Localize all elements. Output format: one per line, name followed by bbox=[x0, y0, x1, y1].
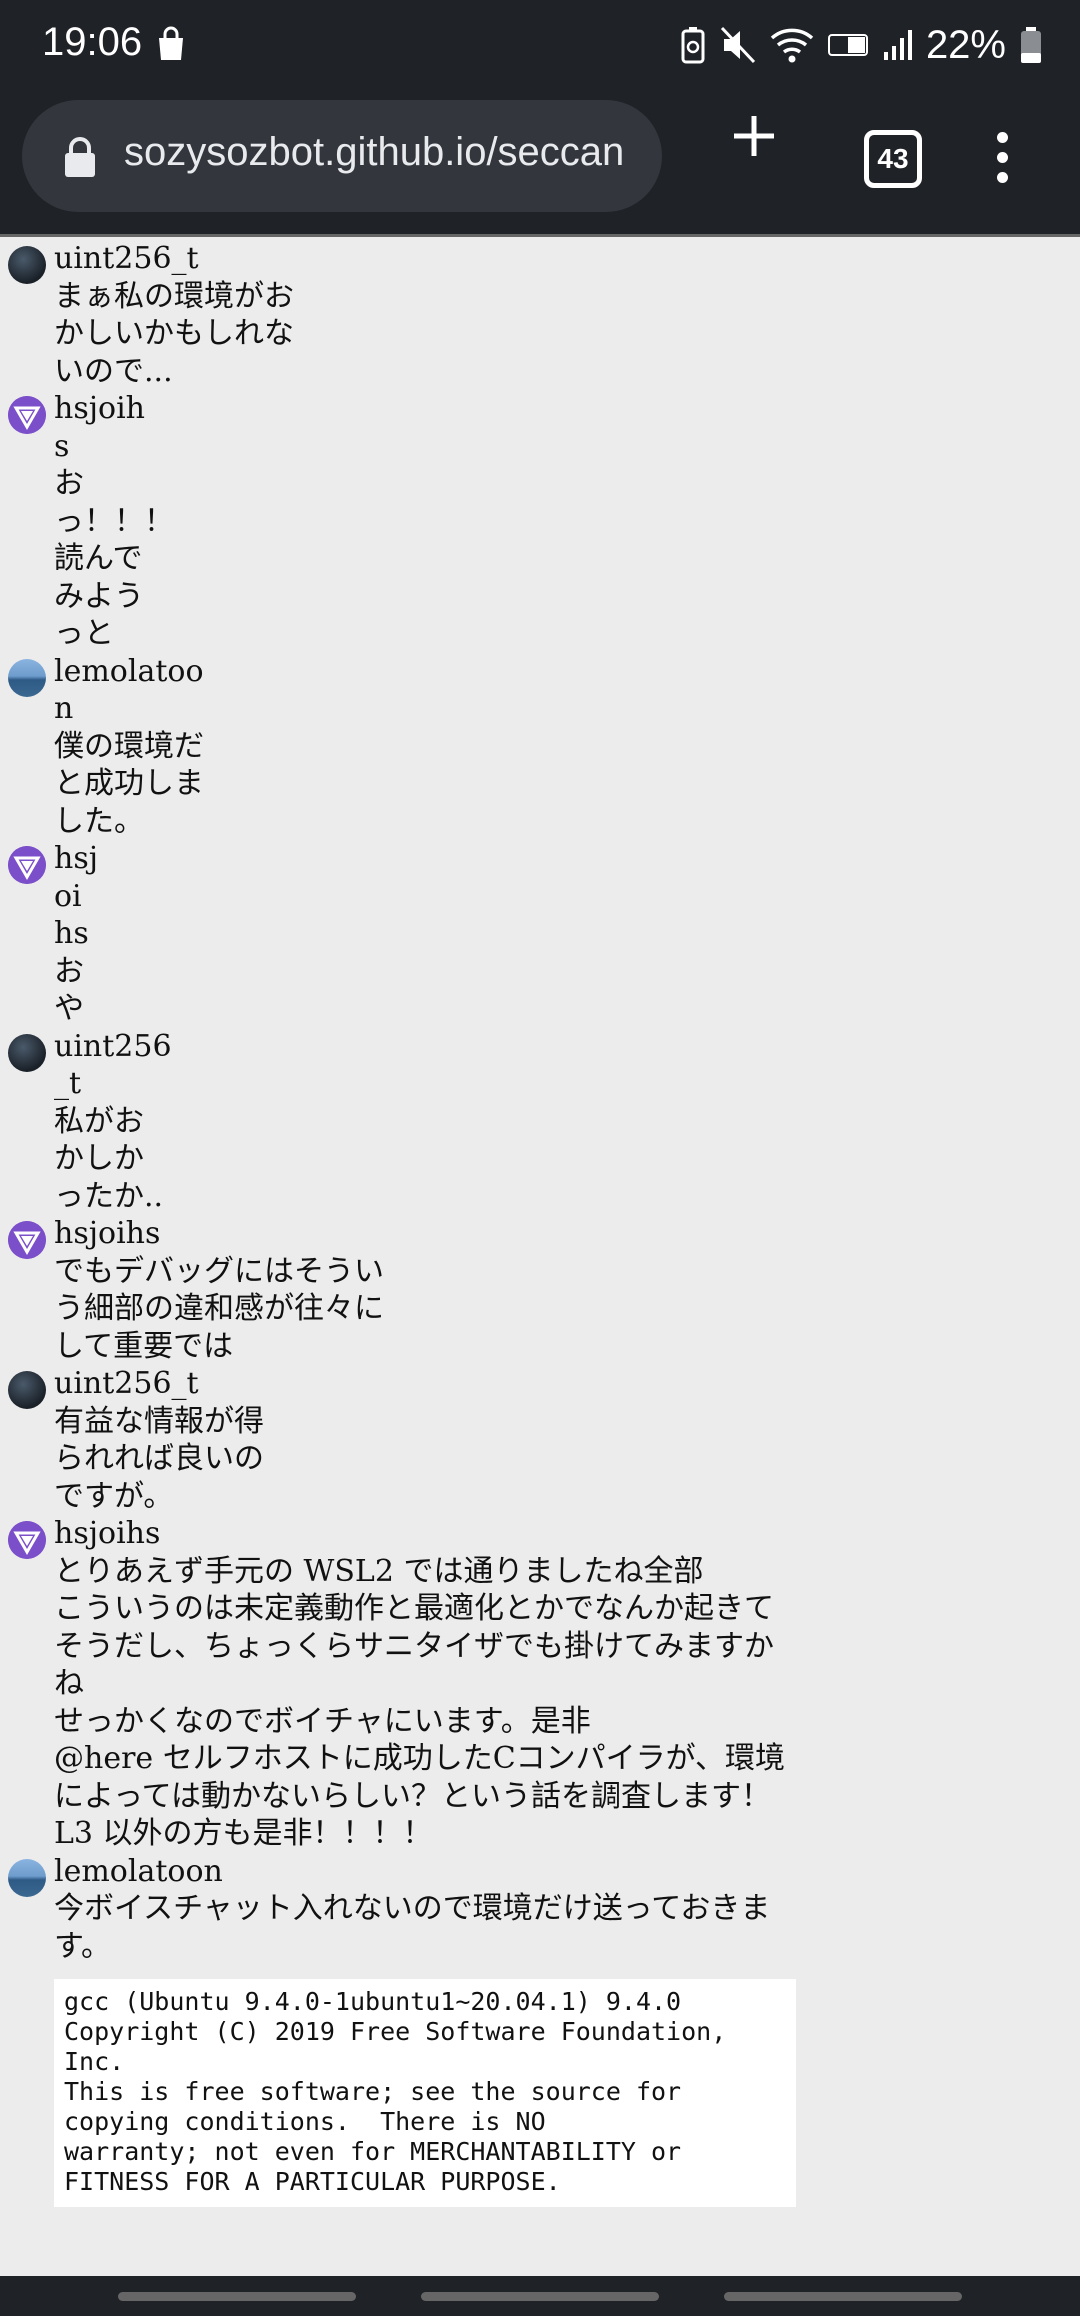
message-text-line: _t bbox=[54, 1066, 82, 1101]
avatar[interactable] bbox=[8, 1521, 46, 1559]
chat-message: hsj oi hs おや bbox=[0, 840, 1080, 1028]
author-name[interactable]: lemolatoon bbox=[54, 1853, 1080, 1891]
message-text-line: 私がお bbox=[54, 1103, 144, 1139]
mute-icon bbox=[720, 26, 756, 64]
shopping-bag-icon bbox=[159, 26, 183, 60]
message-text-line: でもデバッグにはそうい bbox=[54, 1253, 384, 1289]
chat-message: lemolatoon 今ボイスチャット入れないので環境だけ送っておきま す。 bbox=[0, 1853, 1080, 1966]
code-line: FITNESS FOR A PARTICULAR PURPOSE. bbox=[64, 2167, 561, 2196]
message-text-line: いので... bbox=[54, 353, 173, 389]
message-text-line: まぁ私の環境がお bbox=[54, 278, 294, 314]
browser-toolbar: sozysozbot.github.io/seccan 43 bbox=[0, 92, 1080, 237]
message-text-line: られれば良いの bbox=[54, 1441, 264, 1476]
chat-message: uint256_t まぁ私の環境がお かしいかもしれな いので... bbox=[0, 240, 1080, 390]
new-tab-icon[interactable] bbox=[730, 112, 778, 160]
message-text-line: や bbox=[54, 991, 84, 1026]
nav-back-handle[interactable] bbox=[724, 2292, 962, 2301]
chat-message: hsjoihs でもデバッグにはそうい う細部の違和感が往々に して重要では bbox=[0, 1215, 1080, 1365]
message-text-line: した。 bbox=[54, 803, 144, 839]
code-line: gcc (Ubuntu 9.4.0-1ubuntu1~20.04.1) 9.4.… bbox=[64, 1987, 682, 2016]
status-bar: 19:06 22% bbox=[0, 0, 1080, 92]
message-text-line: によっては動かないらしい？という話を調査します！ bbox=[54, 1778, 771, 1814]
message-text-line: っ！！！ bbox=[54, 503, 174, 539]
battery-icon bbox=[1021, 27, 1041, 63]
avatar[interactable] bbox=[8, 658, 46, 697]
message-text-line: と成功しま bbox=[54, 766, 204, 801]
message-text-line: ですが。 bbox=[54, 1478, 174, 1514]
message-text-line: @here セルフホストに成功したCコンパイラが、環境 bbox=[54, 1741, 786, 1776]
message-text-line: せっかくなのでボイチャにいます。是非 bbox=[54, 1703, 591, 1739]
message-text-line: そうだし、ちょっくらサニタイザでも掛けてみますか bbox=[54, 1628, 774, 1664]
message-text-line: oi bbox=[54, 878, 82, 914]
avatar[interactable] bbox=[8, 1221, 46, 1259]
nav-bar bbox=[0, 2276, 1080, 2316]
message-text-line: かしか bbox=[54, 1141, 144, 1176]
nav-recent-handle[interactable] bbox=[118, 2292, 356, 2301]
message-text-line: かしいかもしれな bbox=[54, 316, 294, 351]
code-block: gcc (Ubuntu 9.4.0-1ubuntu1~20.04.1) 9.4.… bbox=[54, 1979, 796, 2207]
code-line: copying conditions. There is NO bbox=[64, 2107, 546, 2136]
author-name[interactable]: hsjoih bbox=[54, 390, 1080, 428]
code-line: warranty; not even for MERCHANTABILITY o… bbox=[64, 2137, 682, 2166]
avatar[interactable] bbox=[8, 846, 46, 884]
chat-message: uint256_t 有益な情報が得 られれば良いの ですが。 bbox=[0, 1365, 1080, 1515]
wifi-icon bbox=[770, 28, 814, 63]
nav-home-handle[interactable] bbox=[421, 2292, 659, 2301]
battery-saver-icon bbox=[681, 27, 705, 64]
url-text[interactable]: sozysozbot.github.io/seccan bbox=[124, 130, 662, 175]
avatar[interactable] bbox=[8, 396, 46, 434]
message-text-line: お bbox=[54, 953, 84, 989]
chat-message: lemolatoo n 僕の環境だ と成功しま した。 bbox=[0, 653, 1080, 841]
message-text-line: L3 以外の方も是非！！！！ bbox=[54, 1816, 433, 1851]
code-line: Copyright (C) 2019 Free Software Foundat… bbox=[64, 2017, 727, 2046]
message-text-line: ったか.. bbox=[54, 1178, 164, 1214]
message-text-line: して重要では bbox=[54, 1328, 234, 1364]
volte-icon bbox=[827, 34, 868, 56]
message-text-line: n bbox=[54, 691, 74, 726]
author-name[interactable]: hsj bbox=[54, 840, 1080, 878]
chat-message: hsjoih s おっ！！！ 読んで みよう っと bbox=[0, 390, 1080, 653]
author-name[interactable]: hsjoihs bbox=[54, 1215, 1080, 1253]
chat-message: uint256 _t 私がお かしか ったか.. bbox=[0, 1028, 1080, 1216]
message-text-line: 有益な情報が得 bbox=[54, 1403, 264, 1439]
message-text-line: お bbox=[54, 466, 84, 501]
signal-icon bbox=[883, 30, 912, 60]
message-text-line: こういうのは未定義動作と最適化とかでなんか起きて bbox=[54, 1591, 774, 1626]
author-name[interactable]: hsjoihs bbox=[54, 1515, 1080, 1553]
message-text-line: 今ボイスチャット入れないので環境だけ送っておきま bbox=[54, 1891, 771, 1926]
avatar[interactable] bbox=[8, 1858, 46, 1897]
author-name[interactable]: uint256 bbox=[54, 1028, 1080, 1066]
more-menu-icon[interactable] bbox=[990, 132, 1014, 192]
author-name[interactable]: uint256_t bbox=[54, 1365, 1080, 1403]
code-line: Inc. bbox=[64, 2047, 125, 2076]
chat-message: hsjoihs とりあえず手元の WSL2 では通りましたね全部 こういうのは未定義… bbox=[0, 1515, 1080, 1853]
avatar[interactable] bbox=[8, 246, 46, 284]
tab-switcher-button[interactable]: 43 bbox=[864, 130, 922, 188]
status-time: 19:06 bbox=[42, 20, 143, 64]
message-text-line: 読んで bbox=[54, 541, 143, 576]
chat-log: uint256_t まぁ私の環境がお かしいかもしれな いので... hsjoih s おっ… bbox=[0, 240, 1080, 2207]
code-line: This is free software; see the source fo… bbox=[64, 2077, 682, 2106]
battery-percent: 22% bbox=[925, 22, 1006, 67]
message-text-line: っと bbox=[54, 616, 114, 651]
message-text-line: 僕の環境だ bbox=[54, 728, 204, 764]
message-text-line: s bbox=[54, 428, 70, 464]
address-bar[interactable]: sozysozbot.github.io/seccan bbox=[22, 100, 662, 212]
avatar[interactable] bbox=[8, 1033, 46, 1072]
message-text-line: みよう bbox=[54, 578, 144, 614]
message-text-line: hs bbox=[54, 916, 89, 951]
message-text-line: う細部の違和感が往々に bbox=[54, 1291, 384, 1326]
avatar[interactable] bbox=[8, 1371, 46, 1409]
author-name[interactable]: lemolatoo bbox=[54, 653, 1080, 691]
message-text-line: ね bbox=[54, 1666, 84, 1701]
message-text-line: す。 bbox=[54, 1928, 111, 1964]
author-name[interactable]: uint256_t bbox=[54, 240, 1080, 278]
message-text-line: とりあえず手元の WSL2 では通りましたね全部 bbox=[54, 1553, 704, 1589]
lock-icon bbox=[65, 137, 95, 177]
